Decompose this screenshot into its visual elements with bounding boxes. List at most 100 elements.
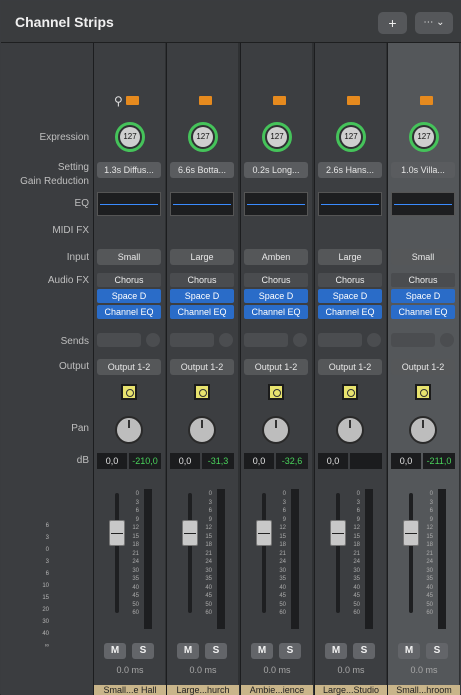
automation-mode-button[interactable] bbox=[342, 384, 358, 400]
folder-icon[interactable] bbox=[420, 96, 433, 105]
expression-value: 127 bbox=[414, 127, 434, 147]
expression-knob[interactable]: 127 bbox=[409, 122, 439, 152]
audio-fx-slot[interactable]: Space D bbox=[391, 289, 455, 303]
meter-scale-mark: 40 bbox=[353, 584, 360, 591]
meter-scale-mark: 35 bbox=[353, 576, 360, 582]
send-level-knob[interactable] bbox=[219, 333, 233, 347]
fader-scale-mark: 30 bbox=[42, 619, 49, 625]
meter-scale-mark: 50 bbox=[279, 601, 286, 608]
input-slot[interactable]: Small bbox=[391, 249, 455, 265]
audio-fx-slot[interactable]: Space D bbox=[244, 289, 308, 303]
output-slot[interactable]: Output 1-2 bbox=[97, 359, 161, 375]
expression-knob[interactable]: 127 bbox=[262, 122, 292, 152]
solo-button[interactable]: S bbox=[205, 643, 227, 659]
meter-scale-mark: 3 bbox=[429, 499, 433, 506]
audio-fx-slot[interactable]: Space D bbox=[318, 289, 382, 303]
input-slot[interactable]: Amben bbox=[244, 249, 308, 265]
send-slot[interactable] bbox=[170, 333, 214, 347]
channel-strip[interactable]: 127 1.0s Villa... Small Chorus Space D Channe… bbox=[387, 43, 460, 695]
latency-readout: 0.0 ms bbox=[337, 665, 365, 675]
output-slot[interactable]: Output 1-2 bbox=[318, 359, 382, 375]
eq-thumbnail[interactable] bbox=[170, 192, 234, 216]
send-level-knob[interactable] bbox=[367, 333, 381, 347]
folder-icon[interactable] bbox=[199, 96, 212, 105]
meter-scale-mark: 24 bbox=[132, 559, 139, 565]
folder-icon[interactable] bbox=[347, 96, 360, 105]
wrench-icon[interactable]: ⚲ bbox=[114, 94, 123, 108]
meter-scale-mark: 35 bbox=[279, 576, 286, 582]
solo-button[interactable]: S bbox=[132, 643, 154, 659]
send-slot[interactable] bbox=[244, 333, 288, 347]
eq-thumbnail[interactable] bbox=[244, 192, 308, 216]
automation-mode-button[interactable] bbox=[121, 384, 137, 400]
setting-button[interactable]: 6.6s Botta... bbox=[170, 162, 234, 178]
pan-knob[interactable] bbox=[336, 416, 364, 444]
audio-fx-slot[interactable]: Chorus bbox=[97, 273, 161, 287]
mute-button[interactable]: M bbox=[104, 643, 126, 659]
eq-thumbnail[interactable] bbox=[318, 192, 382, 216]
audio-fx-slot[interactable]: Channel EQ bbox=[244, 305, 308, 319]
mute-button[interactable]: M bbox=[177, 643, 199, 659]
send-level-knob[interactable] bbox=[293, 333, 307, 347]
setting-button[interactable]: 1.0s Villa... bbox=[391, 162, 455, 178]
expression-knob[interactable]: 127 bbox=[336, 122, 366, 152]
mute-button[interactable]: M bbox=[398, 643, 420, 659]
eq-thumbnail[interactable] bbox=[97, 192, 161, 216]
setting-button[interactable]: 0.2s Long... bbox=[244, 162, 308, 178]
volume-fader[interactable] bbox=[330, 519, 346, 546]
volume-fader[interactable] bbox=[182, 519, 198, 546]
folder-icon[interactable] bbox=[126, 96, 139, 105]
automation-mode-button[interactable] bbox=[268, 384, 284, 400]
pan-knob[interactable] bbox=[188, 416, 216, 444]
input-slot[interactable]: Large bbox=[318, 249, 382, 265]
audio-fx-slot[interactable]: Channel EQ bbox=[391, 305, 455, 319]
audio-fx-slot[interactable]: Chorus bbox=[244, 273, 308, 287]
fader-grip bbox=[184, 532, 196, 534]
solo-button[interactable]: S bbox=[353, 643, 375, 659]
audio-fx-slot[interactable]: Space D bbox=[170, 289, 234, 303]
channel-strip[interactable]: 127 0.2s Long... Amben Chorus Space D Channel… bbox=[240, 43, 313, 695]
automation-mode-button[interactable] bbox=[194, 384, 210, 400]
setting-button[interactable]: 1.3s Diffus... bbox=[97, 162, 161, 178]
audio-fx-slot[interactable]: Channel EQ bbox=[97, 305, 161, 319]
audio-fx-slot[interactable]: Chorus bbox=[391, 273, 455, 287]
more-options-button[interactable]: ⋯ ⌄ bbox=[415, 12, 453, 34]
add-channel-button[interactable]: + bbox=[378, 12, 407, 34]
send-level-knob[interactable] bbox=[146, 333, 160, 347]
volume-fader[interactable] bbox=[256, 519, 272, 546]
setting-button[interactable]: 2.6s Hans... bbox=[318, 162, 382, 178]
output-slot[interactable]: Output 1-2 bbox=[244, 359, 308, 375]
channel-strip[interactable]: ⚲ 127 1.3s Diffus... Small Chorus Space D Chan… bbox=[93, 43, 166, 695]
channel-strip[interactable]: 127 6.6s Botta... Large Chorus Space D Channe… bbox=[166, 43, 239, 695]
send-level-knob[interactable] bbox=[440, 333, 454, 347]
audio-fx-slot[interactable]: Chorus bbox=[318, 273, 382, 287]
send-slot[interactable] bbox=[391, 333, 435, 347]
output-slot[interactable]: Output 1-2 bbox=[391, 359, 455, 375]
automation-mode-button[interactable] bbox=[415, 384, 431, 400]
expression-knob[interactable]: 127 bbox=[115, 122, 145, 152]
audio-fx-slot[interactable]: Channel EQ bbox=[318, 305, 382, 319]
meter-scale-mark: 9 bbox=[282, 516, 286, 523]
mute-button[interactable]: M bbox=[325, 643, 347, 659]
expression-knob[interactable]: 127 bbox=[188, 122, 218, 152]
solo-button[interactable]: S bbox=[279, 643, 301, 659]
mute-button[interactable]: M bbox=[251, 643, 273, 659]
pan-knob[interactable] bbox=[115, 416, 143, 444]
pan-knob[interactable] bbox=[409, 416, 437, 444]
audio-fx-slot[interactable]: Channel EQ bbox=[170, 305, 234, 319]
pan-knob[interactable] bbox=[262, 416, 290, 444]
audio-fx-slot[interactable]: Chorus bbox=[170, 273, 234, 287]
send-slot[interactable] bbox=[318, 333, 362, 347]
volume-fader[interactable] bbox=[109, 519, 125, 546]
meter-scale-mark: 30 bbox=[353, 567, 360, 574]
send-slot[interactable] bbox=[97, 333, 141, 347]
solo-button[interactable]: S bbox=[426, 643, 448, 659]
audio-fx-slot[interactable]: Space D bbox=[97, 289, 161, 303]
channel-strip[interactable]: 127 2.6s Hans... Large Chorus Space D Channel… bbox=[314, 43, 387, 695]
volume-fader[interactable] bbox=[403, 519, 419, 546]
folder-icon[interactable] bbox=[273, 96, 286, 105]
input-slot[interactable]: Large bbox=[170, 249, 234, 265]
input-slot[interactable]: Small bbox=[97, 249, 161, 265]
eq-thumbnail[interactable] bbox=[391, 192, 455, 216]
output-slot[interactable]: Output 1-2 bbox=[170, 359, 234, 375]
